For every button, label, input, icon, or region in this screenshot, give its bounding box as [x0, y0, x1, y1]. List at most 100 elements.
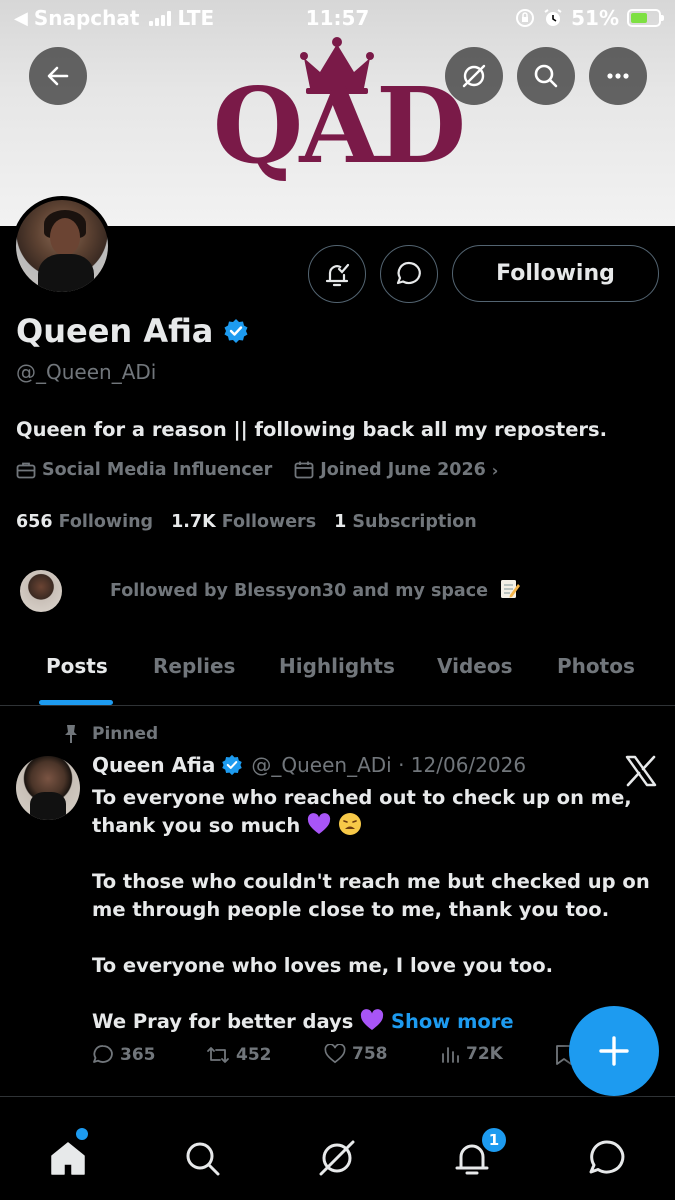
like-action[interactable]: 758	[324, 1044, 388, 1064]
x-logo-icon	[625, 755, 657, 787]
bell-check-icon	[325, 263, 350, 287]
reply-icon	[93, 1045, 113, 1063]
profile-handle: @_Queen_ADi	[16, 360, 157, 384]
views-action[interactable]: 72K	[440, 1044, 503, 1064]
followers-count-link[interactable]: 1.7K Followers	[171, 512, 316, 532]
status-bar: ◀ Snapchat LTE 11:57 51%	[0, 0, 675, 38]
verified-badge-icon[interactable]	[223, 318, 249, 344]
more-button[interactable]	[589, 47, 647, 105]
tab-highlights[interactable]: Highlights	[279, 654, 395, 678]
views-count: 72K	[466, 1044, 503, 1064]
weary-face-emoji-icon	[338, 813, 361, 835]
purple-heart-emoji-icon	[307, 813, 331, 834]
pinned-indicator: Pinned	[62, 724, 158, 744]
logo-text: QAD	[212, 64, 466, 187]
home-unread-dot	[76, 1128, 88, 1140]
profile-category: Social Media Influencer	[16, 460, 272, 480]
followed-by-row[interactable]: Followed by Blessyon30 and my space	[18, 568, 658, 616]
show-more-link[interactable]: Show more	[391, 1010, 514, 1033]
post-author-name[interactable]: Queen Afia	[92, 753, 215, 777]
repost-icon	[207, 1047, 229, 1063]
profile-avatar[interactable]	[12, 196, 112, 296]
verified-badge-icon	[222, 754, 243, 776]
joined-label: Joined June 2026	[320, 460, 486, 480]
memo-emoji-icon	[501, 580, 521, 598]
plus-icon	[599, 1036, 629, 1066]
followers-label: Followers	[221, 512, 317, 532]
orientation-lock-icon	[516, 9, 535, 27]
grok-icon	[319, 1140, 355, 1176]
post-text[interactable]: To everyone who reached out to check up …	[92, 784, 652, 1036]
chat-bubble-icon	[396, 261, 421, 285]
qad-logo: QAD	[200, 36, 475, 196]
back-arrow-icon	[47, 66, 69, 86]
post-handle-date: @_Queen_ADi · 12/06/2026	[251, 753, 527, 777]
subscriptions-count-link[interactable]: 1 Subscription	[334, 512, 477, 532]
repost-action[interactable]: 452	[206, 1044, 272, 1066]
compose-post-button[interactable]	[569, 1006, 659, 1096]
notifications-badge: 1	[480, 1126, 508, 1154]
category-label: Social Media Influencer	[42, 460, 273, 480]
post-line-3: To everyone who loves me, I love you too…	[92, 954, 554, 977]
profile-name-row: Queen Afia	[16, 312, 249, 350]
subscriptions-label: Subscription	[352, 512, 477, 532]
reply-count: 365	[120, 1045, 156, 1065]
profile-tabs: Posts Replies Highlights Videos Photos	[0, 640, 675, 706]
post-divider	[0, 1096, 675, 1097]
search-button[interactable]	[517, 47, 575, 105]
more-dots-icon	[607, 73, 629, 79]
repost-count: 452	[236, 1045, 272, 1065]
back-button[interactable]	[29, 47, 87, 105]
heart-icon	[324, 1044, 346, 1064]
purple-heart-emoji-icon	[361, 1009, 384, 1030]
search-icon	[534, 64, 558, 88]
followers-count: 1.7K	[171, 512, 216, 532]
nav-search[interactable]	[180, 1136, 224, 1180]
followed-by-label: Followed by Blessyon30 and my space	[110, 581, 488, 601]
battery-percent: 51%	[571, 6, 619, 30]
nav-grok[interactable]	[315, 1136, 359, 1180]
follower-avatar	[18, 568, 64, 614]
tab-videos[interactable]: Videos	[437, 654, 513, 678]
following-label: Following	[58, 512, 154, 532]
post-author-avatar[interactable]	[16, 756, 80, 820]
profile-meta: Social Media Influencer Joined June 2026…	[16, 460, 520, 480]
profile-bio: Queen for a reason || following back all…	[16, 418, 608, 441]
pinned-label: Pinned	[92, 724, 159, 744]
calendar-icon	[294, 461, 314, 479]
subscriptions-count: 1	[334, 512, 347, 532]
notifications-subscribe-button[interactable]	[308, 245, 366, 303]
grok-button[interactable]	[445, 47, 503, 105]
pin-icon	[65, 725, 77, 743]
like-count: 758	[352, 1044, 388, 1064]
profile-joined[interactable]: Joined June 2026 ›	[294, 460, 498, 480]
nav-home[interactable]	[46, 1136, 90, 1180]
tab-posts[interactable]: Posts	[46, 654, 108, 678]
bottom-navigation	[0, 1110, 675, 1200]
nav-messages[interactable]	[585, 1136, 629, 1180]
followed-by-text: Followed by Blessyon30 and my space	[110, 578, 521, 601]
battery-icon	[627, 9, 664, 27]
chat-bubble-icon	[589, 1140, 625, 1174]
analytics-bars-icon	[442, 1047, 459, 1063]
post-line-2: To those who couldn't reach me but check…	[92, 870, 650, 921]
tab-photos[interactable]: Photos	[557, 654, 635, 678]
reply-action[interactable]: 365	[92, 1044, 156, 1066]
profile-stats: 656 Following 1.7K Followers 1 Subscript…	[16, 512, 495, 532]
following-count-link[interactable]: 656 Following	[16, 512, 153, 532]
tab-replies[interactable]: Replies	[153, 654, 235, 678]
search-icon	[186, 1142, 220, 1176]
grok-icon	[462, 64, 486, 88]
message-button[interactable]	[380, 245, 438, 303]
active-tab-indicator	[39, 700, 113, 705]
post-line-4: We Pray for better days	[92, 1010, 354, 1033]
chevron-right-icon: ›	[491, 460, 499, 480]
following-button[interactable]: Following	[452, 245, 659, 302]
post-actions: 365 452 758 72K	[92, 1044, 592, 1072]
following-count: 656	[16, 512, 53, 532]
profile-name: Queen Afia	[16, 312, 214, 350]
home-icon	[51, 1142, 85, 1175]
post-line-1: To everyone who reached out to check up …	[92, 786, 632, 837]
post-header: Queen Afia @_Queen_ADi · 12/06/2026	[92, 753, 526, 777]
briefcase-icon	[16, 462, 36, 479]
